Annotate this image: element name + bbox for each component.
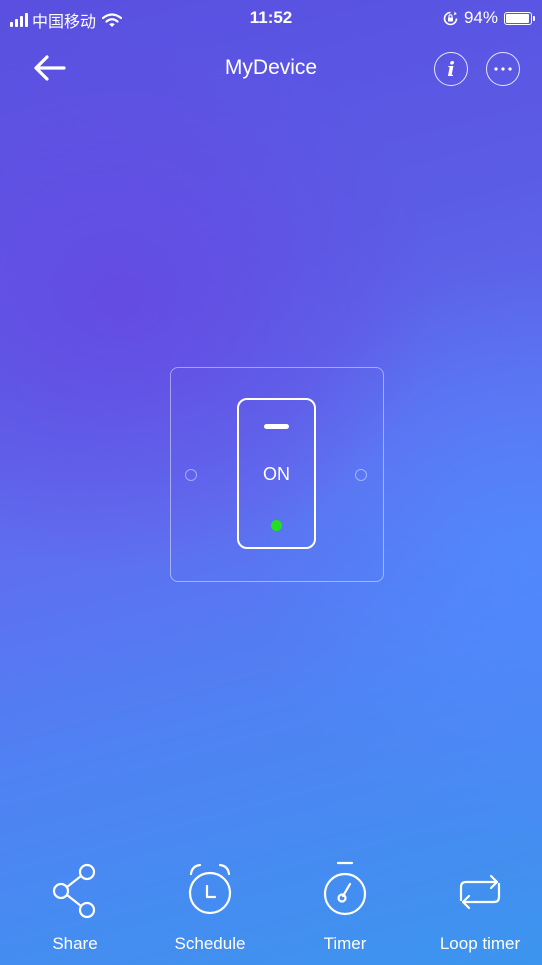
status-right: 94%	[443, 8, 535, 28]
timer-button[interactable]: Timer	[280, 855, 410, 963]
bottom-toolbar: Share Schedule Timer Loop timer	[0, 855, 542, 965]
more-icon	[494, 67, 512, 71]
rotation-lock-icon	[443, 11, 458, 25]
power-indicator-led	[271, 520, 282, 531]
power-switch[interactable]: ON	[237, 398, 316, 549]
stopwatch-icon	[323, 861, 367, 916]
loop-timer-label: Loop timer	[439, 934, 521, 953]
more-button[interactable]	[486, 52, 520, 86]
loop-icon	[459, 874, 501, 910]
timer-label: Timer	[323, 934, 367, 953]
switch-state-label: ON	[263, 464, 290, 484]
loop-timer-button[interactable]: Loop timer	[415, 855, 542, 963]
share-button[interactable]: Share	[10, 855, 140, 963]
rocker-bar	[264, 424, 289, 429]
nav-bar: MyDevice i	[0, 44, 542, 94]
battery-fill	[506, 13, 529, 23]
share-icon	[52, 863, 96, 919]
screw-right	[355, 469, 367, 481]
alarm-clock-icon	[188, 863, 232, 915]
device-screen: 中国移动 11:52 94% MyDevice i ON Share Sched…	[0, 0, 542, 965]
status-bar: 中国移动 11:52 94%	[0, 0, 542, 36]
info-icon: i	[447, 57, 455, 81]
battery-percentage: 94%	[463, 8, 498, 27]
schedule-button[interactable]: Schedule	[145, 855, 275, 963]
share-label: Share	[52, 934, 98, 953]
switch-plate: ON	[170, 367, 384, 582]
battery-icon	[504, 11, 535, 25]
screw-left	[185, 469, 197, 481]
schedule-label: Schedule	[174, 934, 246, 953]
info-button[interactable]: i	[434, 52, 468, 86]
